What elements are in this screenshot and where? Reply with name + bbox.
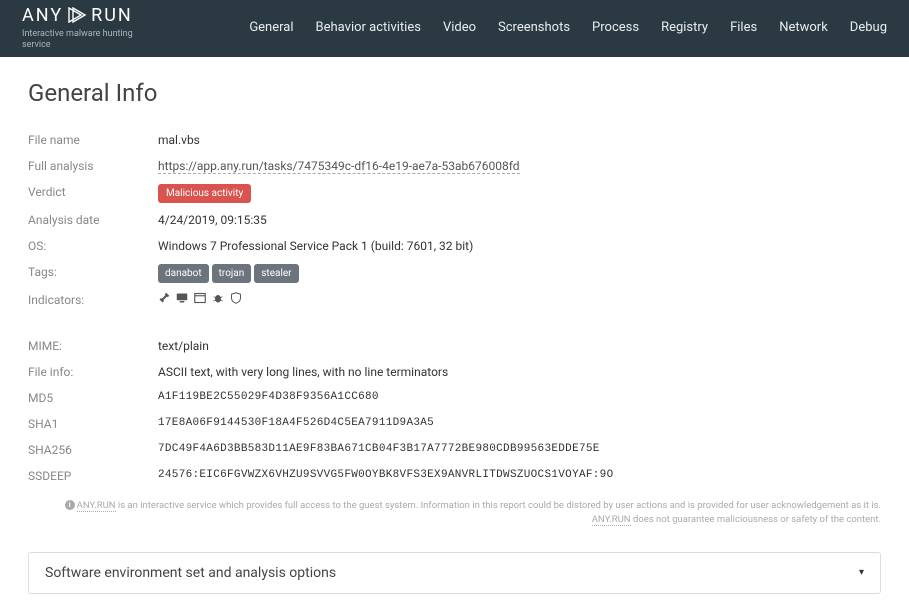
label-analysis: Full analysis (28, 157, 158, 175)
label-date: Analysis date (28, 211, 158, 229)
brand-name-1: ANY (22, 5, 63, 26)
syringe-icon (158, 291, 170, 309)
value-filename: mal.vbs (158, 131, 881, 149)
chevron-down-icon: ▾ (859, 567, 864, 578)
window-icon (194, 291, 206, 309)
monitor-icon (176, 291, 188, 309)
top-header: ANY RUN Interactive malware hunting serv… (0, 0, 909, 57)
bug-icon (212, 291, 224, 309)
value-fileinfo: ASCII text, with very long lines, with n… (158, 363, 881, 381)
brand-subtitle: Interactive malware hunting service (22, 29, 162, 51)
shield-icon (230, 291, 242, 309)
tags-container: danabottrojanstealer (158, 263, 881, 283)
info-icon: i (65, 500, 75, 510)
label-md5: MD5 (28, 389, 158, 407)
label-verdict: Verdict (28, 183, 158, 203)
label-indicators: Indicators: (28, 291, 158, 309)
nav-behavior[interactable]: Behavior activities (316, 20, 421, 35)
main-content: General Info File namemal.vbs Full analy… (0, 57, 909, 616)
value-date: 4/24/2019, 09:15:35 (158, 211, 881, 229)
disclaimer: iANY.RUN is an interactive service which… (28, 499, 881, 528)
page-title: General Info (28, 79, 881, 107)
value-md5: A1F119BE2C55029F4D38F9356A1CC680 (158, 389, 881, 407)
nav-general[interactable]: General (249, 20, 293, 35)
accordion-title: Software environment set and analysis op… (45, 565, 336, 581)
label-mime: MIME: (28, 337, 158, 355)
verdict-badge: Malicious activity (158, 184, 251, 203)
label-filename: File name (28, 131, 158, 149)
label-ssdeep: SSDEEP (28, 467, 158, 485)
label-os: OS: (28, 237, 158, 255)
label-fileinfo: File info: (28, 363, 158, 381)
value-sha256: 7DC49F4A6D3BB583D11AE9F83BA671CB04F3B17A… (158, 441, 881, 459)
label-sha256: SHA256 (28, 441, 158, 459)
value-sha1: 17E8A06F9144530F18A4F526D4C5EA7911D9A3A5 (158, 415, 881, 433)
tag-1[interactable]: danabot (158, 264, 209, 283)
value-os: Windows 7 Professional Service Pack 1 (b… (158, 237, 881, 255)
nav-video[interactable]: Video (443, 20, 476, 35)
value-mime: text/plain (158, 337, 881, 355)
value-ssdeep: 24576:EIC6FGVWZX6VHZU9SVVG5FW0OYBK8VFS3E… (158, 467, 881, 485)
nav-screenshots[interactable]: Screenshots (498, 20, 570, 35)
tag-3[interactable]: stealer (254, 264, 298, 283)
tag-2[interactable]: trojan (212, 264, 252, 283)
play-icon (67, 7, 87, 23)
label-tags: Tags: (28, 263, 158, 283)
brand-name-2: RUN (91, 5, 133, 26)
nav-process[interactable]: Process (592, 20, 639, 35)
nav-files[interactable]: Files (730, 20, 757, 35)
main-nav: General Behavior activities Video Screen… (249, 20, 887, 35)
env-accordion[interactable]: Software environment set and analysis op… (28, 552, 881, 594)
nav-debug[interactable]: Debug (850, 20, 887, 35)
indicators (158, 291, 881, 309)
nav-network[interactable]: Network (779, 20, 828, 35)
label-sha1: SHA1 (28, 415, 158, 433)
analysis-link[interactable]: https://app.any.run/tasks/7475349c-df16-… (158, 159, 520, 174)
nav-registry[interactable]: Registry (661, 20, 708, 35)
brand[interactable]: ANY RUN Interactive malware hunting serv… (22, 5, 162, 51)
